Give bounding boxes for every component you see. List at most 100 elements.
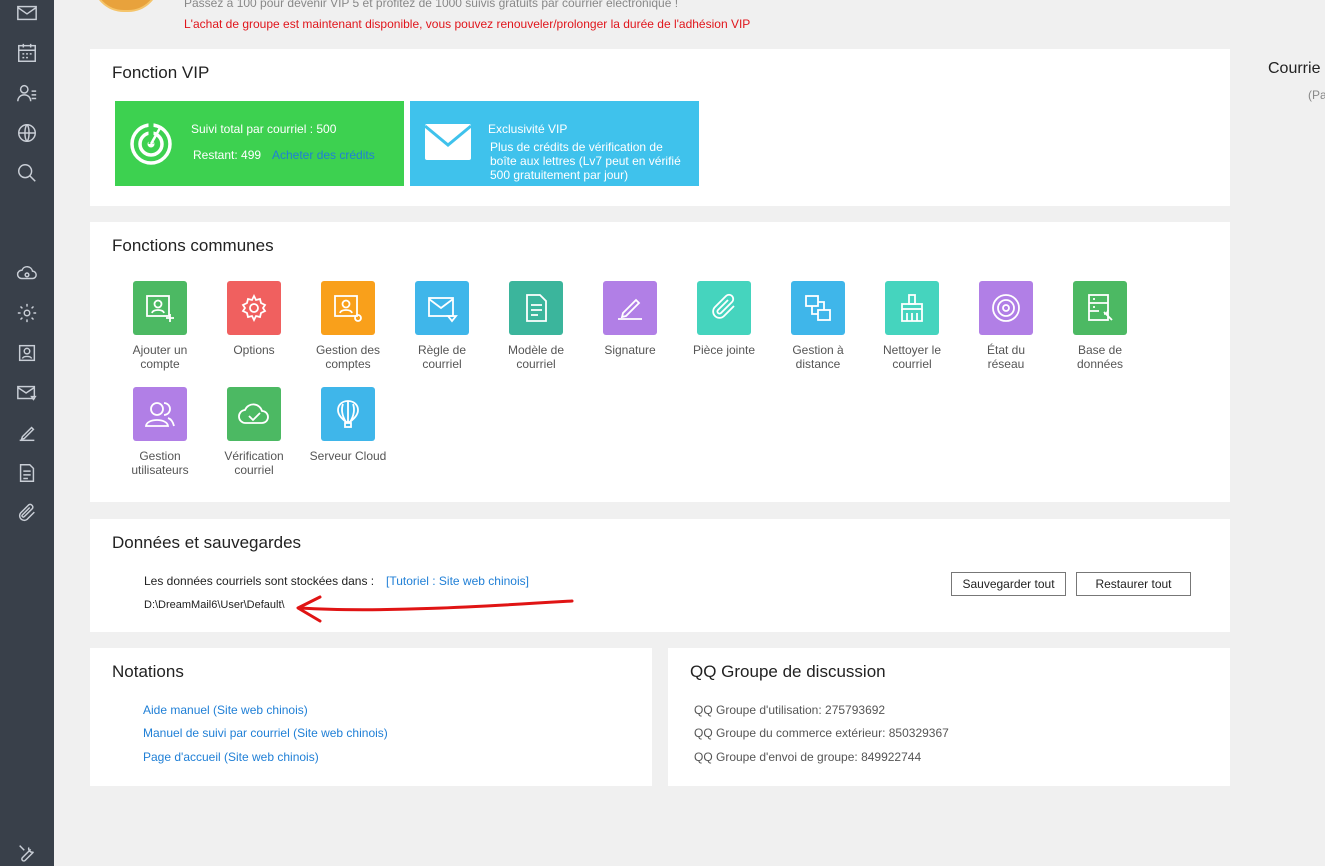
- globe-icon[interactable]: [14, 120, 40, 146]
- clean-mail-button[interactable]: Nettoyer le courriel: [865, 281, 959, 371]
- broom-icon: [885, 281, 939, 335]
- fn-label-2: compte: [140, 357, 180, 371]
- tracking-card: Suivi total par courriel : 500 Restant: …: [115, 101, 404, 186]
- add-account-button[interactable]: Ajouter un compte: [113, 281, 207, 371]
- homepage-link[interactable]: Page d'accueil (Site web chinois): [143, 750, 319, 764]
- fn-label-1: État du: [986, 343, 1026, 357]
- fn-label-1: Signature: [604, 343, 656, 357]
- storage-path[interactable]: D:\DreamMail6\User\Default\: [144, 599, 285, 611]
- red-arrow-annotation: [296, 595, 574, 623]
- radar-icon: [130, 122, 172, 165]
- vip-panel: Fonction VIP Suivi total par courriel : …: [90, 49, 1230, 206]
- qq-usage-group: QQ Groupe d'utilisation: 275793692: [694, 703, 886, 717]
- promo-text: Passez à 100 pour devenir VIP 5 et profi…: [184, 0, 679, 10]
- cloud-server-button[interactable]: Serveur Cloud: [301, 387, 395, 463]
- user-management-button[interactable]: Gestion utilisateurs: [113, 387, 207, 477]
- fn-label-2: comptes: [325, 357, 371, 371]
- fn-label-1: Vérification: [224, 449, 284, 463]
- exclusive-title: Exclusivité VIP: [488, 122, 568, 136]
- mail-icon[interactable]: [14, 0, 40, 26]
- fn-label-2: courriel: [422, 357, 462, 371]
- avatar: [92, 0, 160, 12]
- signature-icon: [603, 281, 657, 335]
- fn-label-1: Gestion à: [792, 343, 844, 357]
- mail-template-button[interactable]: Modèle de courriel: [489, 281, 583, 371]
- account-management-button[interactable]: Gestion des comptes: [301, 281, 395, 371]
- fn-label-1: Nettoyer le: [882, 343, 942, 357]
- tracking-manual-link[interactable]: Manuel de suivi par courriel (Site web c…: [143, 726, 388, 740]
- restore-all-button[interactable]: Restaurer tout: [1076, 572, 1191, 596]
- mail-rule-icon: [415, 281, 469, 335]
- qq-group-title: QQ Groupe de discussion: [690, 662, 886, 681]
- fn-label-1: Gestion: [139, 449, 181, 463]
- document-icon[interactable]: [14, 460, 40, 486]
- options-button[interactable]: Options: [207, 281, 301, 357]
- qq-group-sending-group: QQ Groupe d'envoi de groupe: 849922744: [694, 750, 922, 764]
- network-status-button[interactable]: État du réseau: [959, 281, 1053, 371]
- search-icon[interactable]: [14, 160, 40, 186]
- common-functions-panel: Fonctions communes Ajouter un compte Opti…: [90, 222, 1230, 502]
- signature-icon[interactable]: [14, 420, 40, 446]
- fn-label-1: Base de: [1077, 343, 1123, 357]
- fn-label-1: Options: [233, 343, 275, 357]
- account-settings-icon: [321, 281, 375, 335]
- calendar-icon[interactable]: [14, 40, 40, 66]
- exclusive-line-3: 500 gratuitement par jour): [490, 168, 629, 182]
- database-icon: [1073, 281, 1127, 335]
- fn-label-2: distance: [795, 357, 841, 371]
- exclusive-line-1: Plus de crédits de vérification de: [490, 140, 663, 154]
- group-purchase-notice: L'achat de groupe est maintenant disponi…: [184, 17, 751, 31]
- envelope-icon: [424, 124, 472, 160]
- remote-management-button[interactable]: Gestion à distance: [771, 281, 865, 371]
- users-icon: [133, 387, 187, 441]
- qq-foreign-trade-group: QQ Groupe du commerce extérieur: 8503293…: [694, 726, 949, 740]
- storage-label: Les données courriels sont stockées dans…: [144, 574, 375, 588]
- data-backup-panel: Données et sauvegardes Les données courr…: [90, 519, 1230, 632]
- cloud-check-icon: [227, 387, 281, 441]
- right-panel-subtitle: (Pa: [1308, 88, 1325, 102]
- tools-icon[interactable]: [14, 840, 40, 866]
- signature-button[interactable]: Signature: [583, 281, 677, 357]
- tutorial-link[interactable]: [Tutoriel : Site web chinois]: [386, 574, 529, 588]
- common-functions-title: Fonctions communes: [112, 236, 274, 255]
- right-panel-title: Courrie: [1268, 60, 1321, 77]
- attachment-button[interactable]: Pièce jointe: [677, 281, 771, 357]
- notations-title: Notations: [112, 662, 184, 681]
- buy-credits-link[interactable]: Acheter des crédits: [272, 148, 375, 162]
- main-content: Passez à 100 pour devenir VIP 5 et profi…: [54, 0, 1325, 866]
- paperclip-icon[interactable]: [14, 500, 40, 526]
- mail-rule-button[interactable]: Règle de courriel: [395, 281, 489, 371]
- tracking-total: Suivi total par courriel : 500: [191, 122, 337, 136]
- template-icon: [509, 281, 563, 335]
- fn-label-1: Pièce jointe: [692, 343, 756, 357]
- exclusive-card: Exclusivité VIP Plus de crédits de vérif…: [410, 101, 699, 186]
- fn-label-2: courriel: [516, 357, 556, 371]
- fn-label-2: courriel: [892, 357, 932, 371]
- network-icon: [979, 281, 1033, 335]
- fn-label-2: données: [1076, 357, 1124, 371]
- fn-label-1: Ajouter un: [132, 343, 188, 357]
- cloud-icon[interactable]: [14, 260, 40, 286]
- exclusive-line-2: boîte aux lettres (Lv7 peut en vérifié: [490, 154, 681, 168]
- save-all-button[interactable]: Sauvegarder tout: [951, 572, 1066, 596]
- remote-icon: [791, 281, 845, 335]
- gear-icon[interactable]: [14, 300, 40, 326]
- manual-help-link[interactable]: Aide manuel (Site web chinois): [143, 703, 308, 717]
- fn-label-2: réseau: [987, 357, 1025, 371]
- fn-label-1: Modèle de: [507, 343, 565, 357]
- qq-group-panel: QQ Groupe de discussion QQ Groupe d'util…: [668, 648, 1230, 786]
- tracking-remaining: Restant: 499: [193, 148, 262, 162]
- account-icon[interactable]: [14, 340, 40, 366]
- notations-panel: Notations Aide manuel (Site web chinois)…: [90, 648, 652, 786]
- fn-label-1: Gestion des: [315, 343, 381, 357]
- mail-filter-icon[interactable]: [14, 380, 40, 406]
- fn-label-2: courriel: [234, 463, 274, 477]
- contacts-icon[interactable]: [14, 80, 40, 106]
- fn-label-1: Serveur Cloud: [309, 449, 387, 463]
- mail-verification-button[interactable]: Vérification courriel: [207, 387, 301, 477]
- balloon-icon: [321, 387, 375, 441]
- gear-icon: [227, 281, 281, 335]
- paperclip-icon: [697, 281, 751, 335]
- database-button[interactable]: Base de données: [1053, 281, 1147, 371]
- fn-label-2: utilisateurs: [131, 463, 189, 477]
